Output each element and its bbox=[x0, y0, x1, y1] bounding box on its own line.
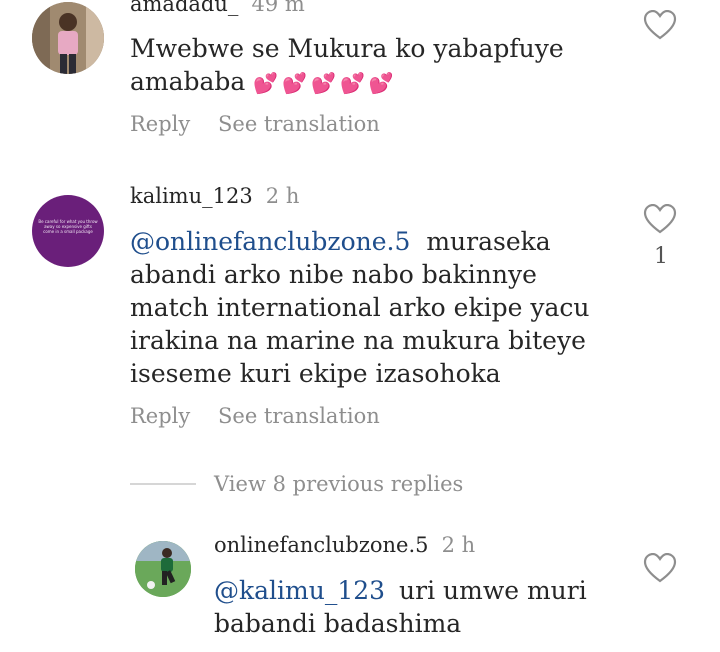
heart-emojis: 💕💕💕💕💕 bbox=[253, 71, 398, 95]
see-translation-button[interactable]: See translation bbox=[218, 404, 380, 428]
see-translation-button[interactable]: See translation bbox=[218, 112, 380, 136]
like-heart-icon[interactable] bbox=[643, 552, 677, 583]
avatar-amadadu[interactable] bbox=[32, 2, 104, 74]
username[interactable]: onlinefanclubzone.5 bbox=[214, 533, 429, 557]
reply-button[interactable]: Reply bbox=[130, 404, 190, 428]
comment-text: @onlinefanclubzone.5 muraseka abandi ark… bbox=[130, 225, 610, 390]
avatar-onlinefanclubzone[interactable] bbox=[135, 541, 191, 597]
comment-header: kalimu_123 2 h bbox=[130, 184, 299, 208]
mention-link[interactable]: @kalimu_123 bbox=[214, 576, 385, 605]
view-previous-replies-button[interactable]: View 8 previous replies bbox=[214, 472, 463, 496]
reply-header: onlinefanclubzone.5 2 h bbox=[214, 533, 475, 557]
person-photo-icon bbox=[32, 2, 104, 74]
replies-divider bbox=[130, 483, 196, 485]
comment-text: Mwebwe se Mukura ko yabapfuye amababa 💕💕… bbox=[130, 32, 600, 100]
football-player-photo-icon bbox=[135, 541, 191, 597]
timestamp: 49 m bbox=[251, 0, 305, 16]
username[interactable]: kalimu_123 bbox=[130, 184, 253, 208]
avatar-caption: Be careful for what you throw away so ex… bbox=[38, 219, 98, 234]
timestamp: 2 h bbox=[441, 533, 476, 557]
reply-button[interactable]: Reply bbox=[130, 112, 190, 136]
username[interactable]: amadadu_ bbox=[130, 0, 238, 16]
avatar-kalimu[interactable]: Be careful for what you throw away so ex… bbox=[32, 195, 104, 267]
mention-link[interactable]: @onlinefanclubzone.5 bbox=[130, 227, 410, 256]
timestamp: 2 h bbox=[265, 184, 300, 208]
like-count: 1 bbox=[654, 244, 668, 269]
reply-text: @kalimu_123 uri umwe muri babandi badash… bbox=[214, 574, 604, 640]
like-heart-icon[interactable] bbox=[643, 9, 677, 40]
like-heart-icon[interactable] bbox=[643, 203, 677, 234]
comment-header: amadadu_ 49 m bbox=[130, 0, 305, 16]
